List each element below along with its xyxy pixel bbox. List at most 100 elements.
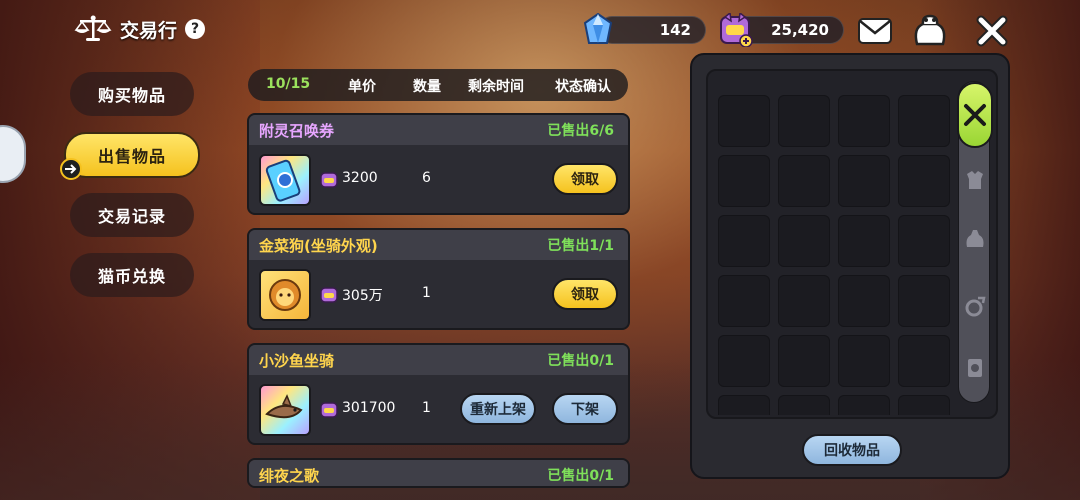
- inventory-slot[interactable]: [778, 155, 830, 207]
- inventory-slot[interactable]: [718, 155, 770, 207]
- item-name: 金菜狗(坐骑外观): [259, 236, 378, 255]
- page-header: 交易行 ?: [74, 14, 206, 44]
- inventory-slot[interactable]: [778, 275, 830, 327]
- inventory-slot[interactable]: [778, 335, 830, 387]
- help-icon[interactable]: ?: [185, 19, 206, 39]
- lion-dog-icon: [269, 279, 301, 311]
- close-icon: [976, 15, 1008, 47]
- tab-card[interactable]: [961, 354, 989, 382]
- listing-card-header: 金菜狗(坐骑外观) 已售出1/1: [249, 230, 628, 260]
- bag-button[interactable]: [910, 12, 950, 50]
- inventory-grid: [718, 95, 950, 415]
- close-button[interactable]: [972, 12, 1012, 50]
- listing-card: 小沙鱼坐骑 已售出0/1 301700 1 重新上架 下架: [247, 343, 630, 445]
- inventory-slot[interactable]: [898, 95, 950, 147]
- mail-button[interactable]: [855, 12, 895, 50]
- inventory-slot[interactable]: [718, 335, 770, 387]
- claim-button[interactable]: 领取: [552, 278, 618, 310]
- inventory-slot[interactable]: [838, 335, 890, 387]
- column-status: 状态确认: [555, 79, 611, 95]
- quantity: 6: [422, 170, 431, 186]
- nav-coin-exchange[interactable]: 猫币兑换: [70, 253, 194, 297]
- card-icon: [968, 359, 982, 377]
- pouch-icon: [966, 230, 984, 247]
- listing-count: 10/15: [266, 76, 311, 92]
- inventory-slot[interactable]: [838, 275, 890, 327]
- inventory-slot[interactable]: [838, 215, 890, 267]
- item-name: 绯夜之歌: [259, 466, 320, 485]
- inventory-slot[interactable]: [898, 335, 950, 387]
- weapon-icon: [964, 104, 986, 126]
- sold-status: 已售出0/1: [547, 353, 614, 369]
- inventory-slot[interactable]: [778, 215, 830, 267]
- gem-counter: 142: [583, 13, 706, 44]
- inventory-slot[interactable]: [718, 215, 770, 267]
- inventory-slot[interactable]: [898, 395, 950, 415]
- relist-button[interactable]: 重新上架: [460, 393, 536, 425]
- listing-card-header: 附灵召唤券 已售出6/6: [249, 115, 628, 145]
- nav-history[interactable]: 交易记录: [70, 193, 194, 237]
- arrow-right-icon: [60, 158, 82, 180]
- inventory-slot[interactable]: [778, 395, 830, 415]
- listing-card: 附灵召唤券 已售出6/6 3200 6 领取: [247, 113, 630, 215]
- claim-button[interactable]: 领取: [552, 163, 618, 195]
- inventory-slot[interactable]: [898, 275, 950, 327]
- gem-count: 142: [659, 21, 691, 39]
- ring-icon: [965, 296, 986, 317]
- nav-buy[interactable]: 购买物品: [70, 72, 194, 116]
- summon-ticket-icon: [265, 159, 301, 202]
- tab-pouch[interactable]: [961, 224, 989, 252]
- bag-icon: [914, 14, 946, 46]
- inventory-slot[interactable]: [778, 95, 830, 147]
- inventory-slot[interactable]: [898, 215, 950, 267]
- listing-header: 10/15 单价 数量 剩余时间 状态确认: [248, 69, 628, 101]
- sold-status: 已售出0/1: [547, 468, 614, 484]
- diamond-icon: [583, 13, 613, 44]
- item-thumbnail[interactable]: [259, 154, 311, 206]
- tab-ring[interactable]: [961, 292, 989, 320]
- tab-weapon[interactable]: [957, 82, 993, 148]
- unit-price: 305万: [342, 288, 383, 304]
- item-thumbnail[interactable]: [259, 269, 311, 321]
- inventory-slot[interactable]: [838, 395, 890, 415]
- item-thumbnail[interactable]: [259, 384, 311, 436]
- sold-status: 已售出6/6: [547, 123, 614, 139]
- column-quantity: 数量: [413, 79, 441, 95]
- item-name: 附灵召唤券: [259, 121, 335, 140]
- quantity: 1: [422, 285, 431, 301]
- scales-icon: [74, 15, 112, 41]
- inventory-panel: 回收物品: [690, 53, 1010, 479]
- delist-button[interactable]: 下架: [552, 393, 618, 425]
- listing-card-header: 小沙鱼坐骑 已售出0/1: [249, 345, 628, 375]
- unit-price: 301700: [342, 400, 396, 416]
- column-time-left: 剩余时间: [468, 79, 524, 95]
- armor-icon: [967, 171, 983, 189]
- inventory-slot[interactable]: [718, 395, 770, 415]
- column-price: 单价: [348, 79, 376, 95]
- recycle-button[interactable]: 回收物品: [802, 434, 902, 466]
- nav-sell[interactable]: 出售物品: [64, 132, 200, 178]
- inventory-slot[interactable]: [838, 95, 890, 147]
- inventory-slot[interactable]: [718, 95, 770, 147]
- inventory-slot[interactable]: [838, 155, 890, 207]
- unit-price: 3200: [342, 170, 378, 186]
- listing-card: 金菜狗(坐骑外观) 已售出1/1 305万 1 领取: [247, 228, 630, 330]
- cat-coin-icon: [320, 172, 338, 188]
- inventory-category-tabs: [957, 81, 993, 403]
- cat-coin-counter: 25,420: [720, 13, 844, 47]
- shark-mount-icon: [265, 394, 303, 419]
- listing-card: 绯夜之歌 已售出0/1: [247, 458, 630, 488]
- inventory-grid-container: [706, 69, 998, 419]
- tab-armor[interactable]: [961, 166, 989, 194]
- inventory-slot[interactable]: [898, 155, 950, 207]
- quantity: 1: [422, 400, 431, 416]
- cat-coin-icon: [320, 287, 338, 303]
- cat-coin-count: 25,420: [771, 21, 829, 39]
- cat-coin-icon: [320, 402, 338, 418]
- listing-card-header: 绯夜之歌 已售出0/1: [249, 460, 628, 486]
- sold-status: 已售出1/1: [547, 238, 614, 254]
- inventory-slot[interactable]: [718, 275, 770, 327]
- item-name: 小沙鱼坐骑: [259, 351, 335, 370]
- page-title: 交易行: [120, 19, 178, 42]
- cat-coin-icon: [720, 13, 753, 47]
